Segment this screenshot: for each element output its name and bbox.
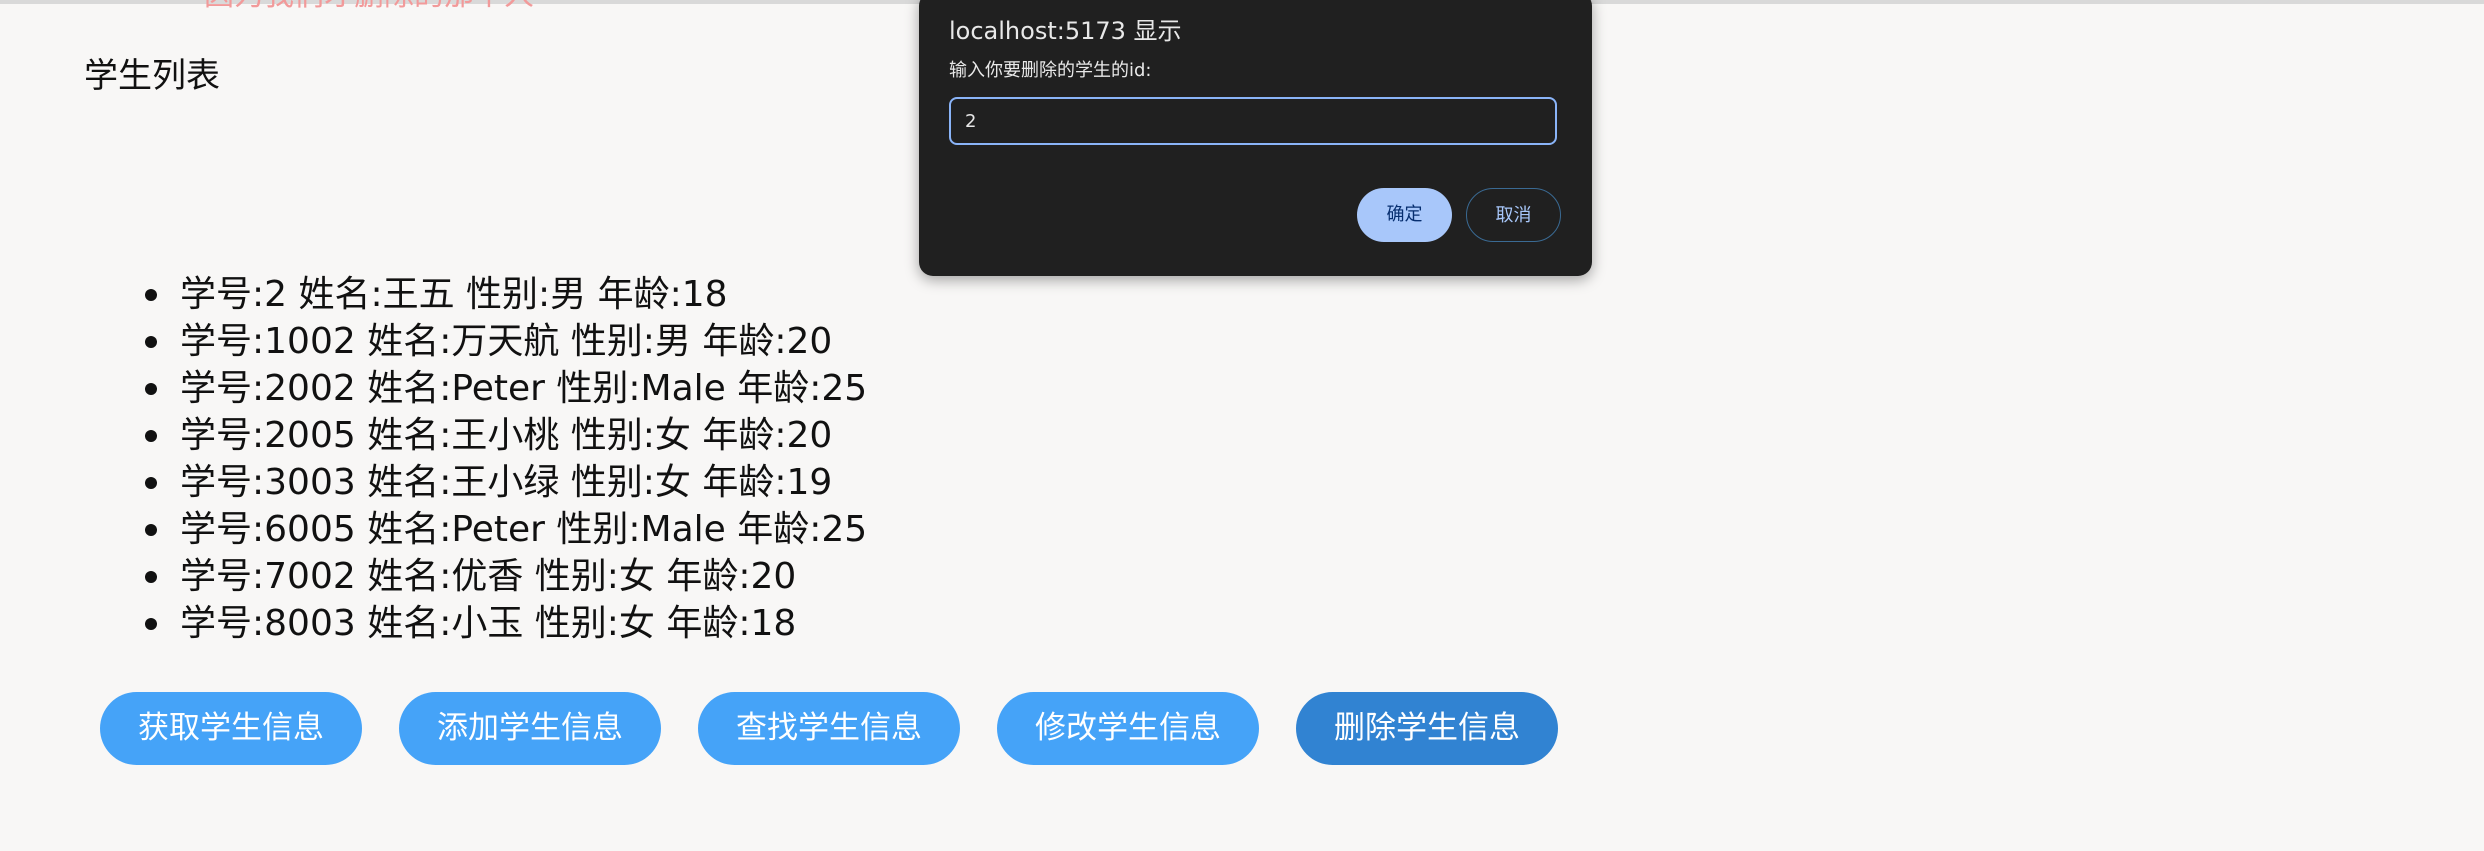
- get-students-button[interactable]: 获取学生信息: [100, 692, 362, 765]
- page-title: 学生列表: [84, 56, 220, 96]
- student-list-item: 学号:1002 姓名:万天航 性别:男 年龄:20: [98, 318, 867, 365]
- student-list-item: 学号:2002 姓名:Peter 性别:Male 年龄:25: [98, 365, 867, 412]
- add-student-button[interactable]: 添加学生信息: [399, 692, 661, 765]
- list-bullet: [145, 524, 157, 536]
- student-text: 学号:2 姓名:王五 性别:男 年龄:18: [180, 274, 728, 315]
- delete-student-button[interactable]: 删除学生信息: [1296, 692, 1558, 765]
- cut-off-heading: 因为我们才删除的那个人: [204, 0, 534, 14]
- prompt-dialog: localhost:5173 显示 输入你要删除的学生的id: 确定 取消: [919, 0, 1592, 276]
- confirm-button[interactable]: 确定: [1357, 188, 1452, 242]
- student-list-item: 学号:2005 姓名:王小桃 性别:女 年龄:20: [98, 412, 867, 459]
- list-bullet: [145, 571, 157, 583]
- student-list-item: 学号:3003 姓名:王小绿 性别:女 年龄:19: [98, 459, 867, 506]
- list-bullet: [145, 430, 157, 442]
- student-text: 学号:8003 姓名:小玉 性别:女 年龄:18: [180, 603, 797, 644]
- list-bullet: [145, 477, 157, 489]
- student-text: 学号:2005 姓名:王小桃 性别:女 年龄:20: [180, 415, 833, 456]
- student-id-input[interactable]: [949, 97, 1557, 145]
- dialog-message: 输入你要删除的学生的id:: [949, 60, 1152, 81]
- list-bullet: [145, 618, 157, 630]
- list-bullet: [145, 289, 157, 301]
- cancel-button[interactable]: 取消: [1466, 188, 1561, 242]
- list-bullet: [145, 336, 157, 348]
- dialog-title: localhost:5173 显示: [949, 17, 1182, 45]
- student-text: 学号:3003 姓名:王小绿 性别:女 年龄:19: [180, 462, 833, 503]
- student-list-item: 学号:6005 姓名:Peter 性别:Male 年龄:25: [98, 506, 867, 553]
- student-text: 学号:1002 姓名:万天航 性别:男 年龄:20: [180, 321, 833, 362]
- edit-student-button[interactable]: 修改学生信息: [997, 692, 1259, 765]
- find-student-button[interactable]: 查找学生信息: [698, 692, 960, 765]
- list-bullet: [145, 383, 157, 395]
- student-list-item: 学号:7002 姓名:优香 性别:女 年龄:20: [98, 553, 867, 600]
- student-list-item: 学号:8003 姓名:小玉 性别:女 年龄:18: [98, 600, 867, 647]
- student-text: 学号:6005 姓名:Peter 性别:Male 年龄:25: [180, 509, 868, 550]
- student-text: 学号:7002 姓名:优香 性别:女 年龄:20: [180, 556, 797, 597]
- student-list: 学号:2 姓名:王五 性别:男 年龄:18 学号:1002 姓名:万天航 性别:…: [98, 271, 867, 647]
- student-list-item: 学号:2 姓名:王五 性别:男 年龄:18: [98, 271, 867, 318]
- student-text: 学号:2002 姓名:Peter 性别:Male 年龄:25: [180, 368, 868, 409]
